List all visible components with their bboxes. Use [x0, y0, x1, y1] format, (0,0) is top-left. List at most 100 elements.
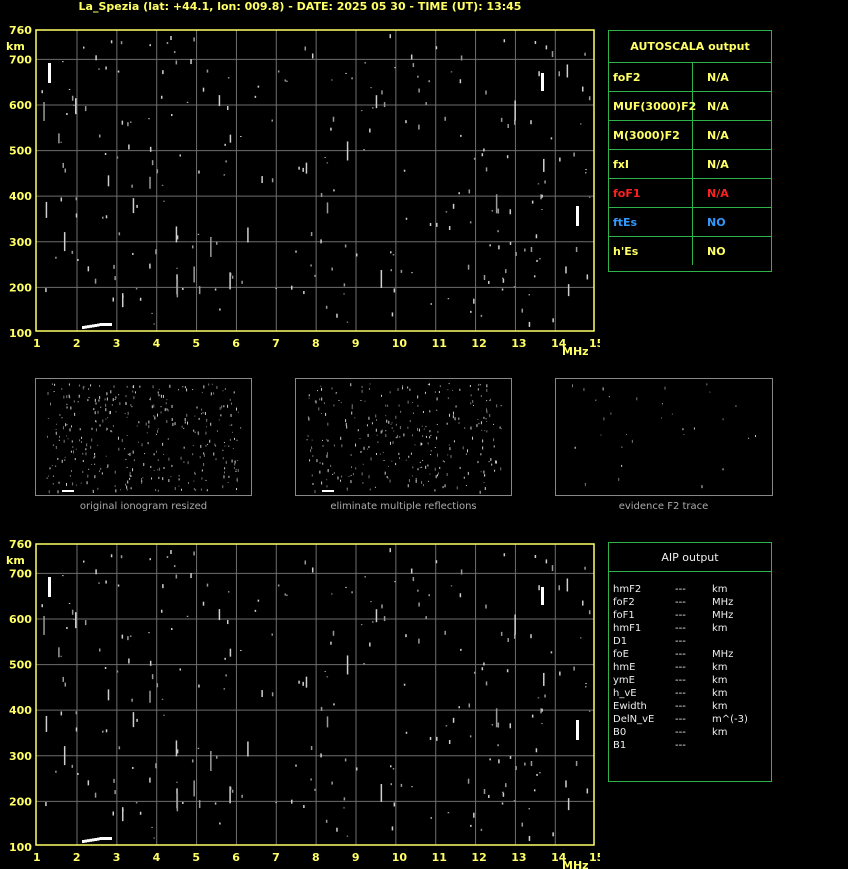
thumb-dot	[477, 419, 479, 421]
echo-dot	[295, 764, 297, 767]
thumb-dot	[80, 482, 82, 484]
echo-dot	[326, 202, 329, 214]
thumb-dot	[326, 479, 328, 481]
echo-dot	[528, 321, 531, 327]
thumb-dot	[156, 450, 158, 453]
echo-dot	[311, 53, 314, 59]
echo-dot	[450, 71, 453, 73]
echo-dot	[550, 651, 553, 654]
echo-dot	[539, 258, 541, 260]
thumb-dot	[312, 482, 314, 485]
thumb-dot	[350, 383, 352, 387]
echo-dot	[84, 620, 87, 626]
thumb-dot	[311, 474, 313, 477]
x-tick-label: 11	[432, 851, 447, 864]
thumb-dot	[493, 438, 495, 442]
thumb-dot	[309, 459, 311, 462]
thumb-dot	[438, 391, 440, 394]
ionogram-bottom-plot: 760700600500400300200100km1 2 3 4 5 6 7 8 9 10 11 1…	[6, 538, 600, 869]
trace-point	[107, 837, 110, 840]
echo-dot	[43, 615, 45, 635]
aip-value: ---	[675, 701, 686, 712]
x-tick-label: 3	[113, 337, 121, 350]
echo-dot	[155, 249, 157, 255]
trace-point	[541, 587, 544, 605]
echo-dot	[63, 232, 66, 252]
thumb-dot	[458, 422, 460, 424]
echo-dot	[533, 789, 536, 792]
echo-dot	[380, 783, 383, 802]
echo-dot	[271, 633, 273, 636]
echo-dot	[254, 95, 257, 98]
echo-dot	[391, 826, 394, 831]
y-tick-label: 760	[9, 538, 32, 551]
aip-unit: km	[712, 584, 728, 595]
echo-dot	[381, 90, 383, 95]
echo-dot	[229, 786, 231, 804]
echo-dot	[112, 811, 115, 816]
echo-dot	[485, 604, 487, 609]
thumb-dot	[236, 478, 238, 482]
echo-dot	[405, 731, 408, 734]
thumb-dot	[755, 435, 757, 438]
thumb-dot	[484, 474, 486, 477]
echo-dot	[483, 662, 485, 666]
thumb-dot	[393, 430, 395, 432]
thumb-dot	[493, 423, 495, 425]
echo-dot	[473, 671, 476, 674]
echo-dot	[310, 778, 312, 781]
thumb-dot	[421, 480, 423, 484]
thumb-dot	[66, 403, 68, 405]
echo-dot	[481, 153, 484, 157]
thumb-dot	[222, 457, 224, 460]
thumb-dot	[124, 483, 126, 486]
echo-dot	[324, 156, 326, 158]
thumb-dot	[454, 417, 456, 421]
echo-dot	[210, 236, 212, 257]
echo-dot	[226, 620, 229, 625]
thumb-dot	[423, 428, 425, 430]
echo-dot	[277, 70, 280, 73]
thumb-dot	[210, 392, 212, 396]
thumb-dot	[240, 427, 242, 429]
thumb-dot	[380, 430, 382, 434]
thumb-trace	[72, 490, 74, 492]
thumb-dot	[366, 424, 368, 427]
thumb-dot	[337, 476, 339, 480]
aip-row: hmE --- km	[613, 661, 771, 674]
thumb-dot	[480, 453, 482, 456]
echo-dot	[343, 293, 345, 295]
echo-dot	[191, 245, 194, 249]
trace-point	[48, 63, 51, 83]
thumb-dot	[398, 404, 400, 407]
y-tick-label: 700	[9, 53, 32, 66]
thumb-dot	[661, 417, 663, 419]
echo-dot	[488, 794, 490, 798]
echo-dot	[75, 197, 78, 201]
echo-dot	[324, 670, 326, 672]
thumb-dot	[114, 470, 116, 474]
thumb-dot	[456, 486, 458, 490]
echo-dot	[325, 819, 328, 823]
echo-dot	[127, 122, 129, 127]
thumb-dot	[193, 429, 195, 432]
echo-dot	[565, 780, 567, 788]
echo-dot	[410, 54, 413, 60]
trace-point	[102, 837, 105, 840]
thumb-dot	[166, 399, 168, 401]
echo-dot	[351, 591, 353, 594]
echo-dot	[538, 585, 540, 591]
echo-dot	[58, 647, 60, 658]
echo-dot	[460, 569, 463, 575]
echo-dot	[530, 634, 532, 639]
echo-dot	[105, 215, 108, 219]
thumb-dot	[488, 461, 490, 463]
echo-dot	[229, 648, 232, 657]
echo-dot	[60, 655, 62, 657]
echo-dot	[375, 95, 378, 109]
aip-unit: m^(-3)	[712, 714, 748, 725]
echo-dot	[531, 200, 534, 204]
echo-dot	[489, 758, 491, 761]
thumb-dot	[462, 446, 464, 450]
echo-dot	[364, 62, 366, 64]
